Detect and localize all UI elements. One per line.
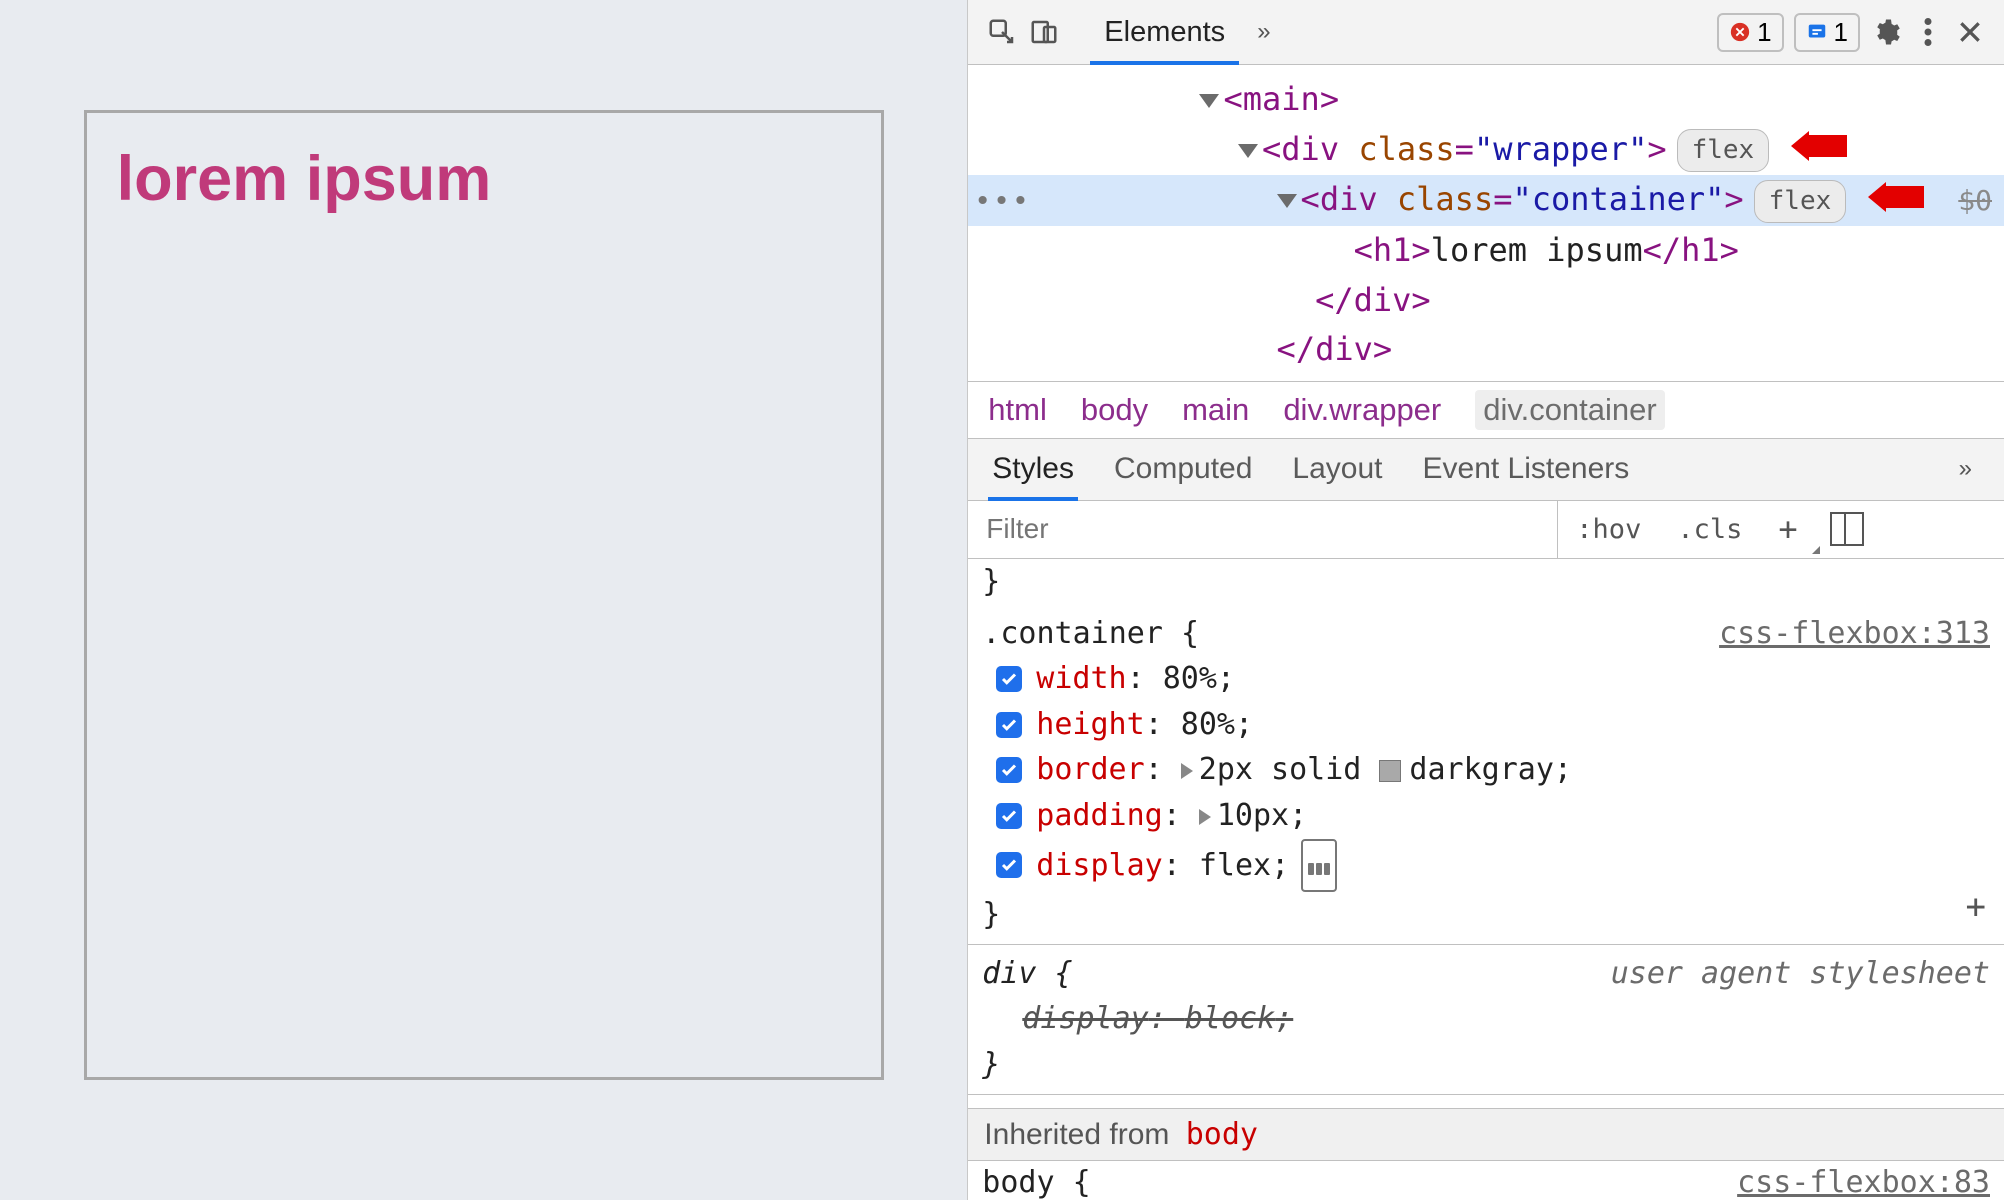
dom-close-div[interactable]: </div> — [968, 276, 2004, 326]
rule-container[interactable]: css-flexbox:313 .container { width: 80%;… — [968, 605, 2004, 945]
inspect-icon[interactable] — [986, 16, 1018, 48]
subtab-layout[interactable]: Layout — [1292, 439, 1382, 500]
arrow-annotation-icon — [1868, 177, 1924, 227]
expand-icon[interactable] — [1199, 809, 1211, 825]
styles-body: } css-flexbox:313 .container { width: 80… — [968, 559, 2004, 1109]
dom-node-main[interactable]: <main> — [968, 75, 2004, 125]
styles-subtabs: Styles Computed Layout Event Listeners » — [968, 439, 2004, 501]
new-style-rule-icon[interactable]: + — [1760, 501, 1815, 558]
checkbox-icon[interactable] — [996, 852, 1022, 878]
hov-toggle[interactable]: :hov — [1558, 501, 1659, 558]
breadcrumb: html body main div.wrapper div.container — [968, 382, 2004, 439]
crumb-main[interactable]: main — [1182, 392, 1249, 428]
subtab-computed[interactable]: Computed — [1114, 439, 1252, 500]
color-swatch-icon[interactable] — [1379, 760, 1401, 782]
dollar-zero: $0 — [1958, 184, 1992, 217]
dom-node-h1[interactable]: <h1>lorem ipsum</h1> — [968, 226, 2004, 276]
more-subtabs-icon[interactable]: » — [1951, 455, 1980, 483]
checkbox-icon[interactable] — [996, 757, 1022, 783]
decl-height[interactable]: height: 80%; — [982, 702, 1990, 748]
inherited-selector[interactable]: body — [1186, 1117, 1258, 1152]
cls-toggle[interactable]: .cls — [1659, 501, 1760, 558]
dom-close-div[interactable]: </div> — [968, 325, 2004, 375]
device-toggle-icon[interactable] — [1028, 16, 1060, 48]
actions-icon[interactable]: ••• — [974, 179, 1031, 222]
flex-badge[interactable]: flex — [1677, 129, 1770, 171]
arrow-annotation-icon — [1791, 126, 1847, 176]
dom-node-container[interactable]: ••• <div class="container">flex$0 — [968, 175, 2004, 226]
inherited-from-row: Inherited from body — [968, 1109, 2004, 1161]
rule-selector[interactable]: div — [982, 956, 1036, 991]
page-preview: lorem ipsum — [0, 0, 967, 1200]
more-tabs-icon[interactable]: » — [1249, 18, 1278, 46]
dom-node-wrapper[interactable]: <div class="wrapper">flex — [968, 125, 2004, 176]
subtab-styles[interactable]: Styles — [992, 439, 1074, 500]
decl-width[interactable]: width: 80%; — [982, 656, 1990, 702]
crumb-body[interactable]: body — [1081, 392, 1148, 428]
styles-filter-row: :hov .cls + — [968, 501, 2004, 559]
crumb-container[interactable]: div.container — [1475, 390, 1664, 430]
checkbox-icon[interactable] — [996, 666, 1022, 692]
devtools-panel: Elements » 1 1 <main> <div class="wrappe… — [967, 0, 2004, 1200]
inherited-label: Inherited from — [984, 1118, 1169, 1151]
message-count: 1 — [1834, 17, 1848, 48]
flex-badge[interactable]: flex — [1754, 180, 1847, 222]
decl-display-ua[interactable]: display: block; — [982, 996, 1990, 1042]
rule-body-peek[interactable]: body { css-flexbox:83 — [968, 1161, 2004, 1200]
styles-filter-input[interactable] — [968, 501, 1558, 558]
decl-padding[interactable]: padding: 10px; — [982, 793, 1990, 839]
kebab-menu-icon[interactable] — [1912, 16, 1944, 48]
rule-selector[interactable]: .container — [982, 616, 1163, 651]
decl-display[interactable]: display: flex; — [982, 839, 1990, 893]
error-badge[interactable]: 1 — [1717, 13, 1783, 52]
computed-panel-toggle-icon[interactable] — [1830, 512, 1864, 546]
dom-tree[interactable]: <main> <div class="wrapper">flex ••• <di… — [968, 65, 2004, 382]
add-declaration-icon[interactable]: + — [1966, 882, 1986, 934]
message-badge[interactable]: 1 — [1794, 13, 1860, 52]
expand-icon[interactable] — [1181, 763, 1193, 779]
checkbox-icon[interactable] — [996, 803, 1022, 829]
rule-source-ua: user agent stylesheet — [1611, 951, 1990, 997]
rule-source-link[interactable]: css-flexbox:83 — [1737, 1165, 1990, 1200]
devtools-toolbar: Elements » 1 1 — [968, 0, 2004, 65]
crumb-html[interactable]: html — [988, 392, 1047, 428]
rule-div-ua[interactable]: user agent stylesheet div { display: blo… — [968, 945, 2004, 1095]
decl-border[interactable]: border: 2px solid darkgray; — [982, 747, 1990, 793]
rule-source-link[interactable]: css-flexbox:313 — [1719, 611, 1990, 657]
rule-selector[interactable]: body { — [982, 1165, 1090, 1200]
tab-elements[interactable]: Elements — [1090, 0, 1239, 64]
subtab-event-listeners[interactable]: Event Listeners — [1423, 439, 1630, 500]
heading-text: lorem ipsum — [117, 143, 851, 215]
container-box: lorem ipsum — [84, 110, 884, 1080]
error-count: 1 — [1757, 17, 1771, 48]
checkbox-icon[interactable] — [996, 712, 1022, 738]
crumb-wrapper[interactable]: div.wrapper — [1283, 392, 1441, 428]
settings-icon[interactable] — [1870, 16, 1902, 48]
close-icon[interactable] — [1954, 16, 1986, 48]
flex-editor-icon[interactable] — [1301, 839, 1337, 893]
